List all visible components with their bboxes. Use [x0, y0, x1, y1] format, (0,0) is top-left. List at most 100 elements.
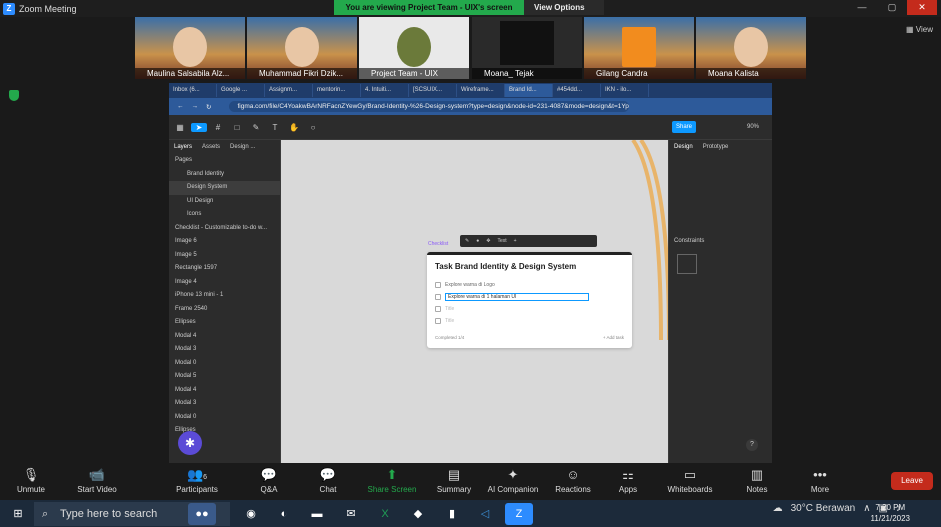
page-item[interactable]: Brand Identity [169, 168, 280, 182]
unmute-button[interactable]: 🎙 Unmute [12, 465, 50, 500]
comment-tool-icon[interactable]: ○ [305, 123, 321, 132]
component-icon[interactable]: ✥ [486, 238, 490, 244]
participant-tile[interactable]: Muhammad Fikri Dzik... [247, 17, 357, 79]
chevron-up-icon[interactable]: ∧ [863, 503, 870, 514]
browser-tab[interactable]: mentorin... [313, 84, 361, 97]
apps-button[interactable]: ⚏ Apps [615, 465, 641, 500]
edge-icon[interactable]: ◐ [270, 503, 298, 525]
start-video-button[interactable]: 📹 Start Video [72, 465, 122, 500]
layer-item[interactable]: Image 5 [169, 249, 280, 263]
participants-button[interactable]: 👥6 Participants [174, 465, 220, 500]
whiteboards-button[interactable]: ▭ Whiteboards [665, 465, 715, 500]
hand-tool-icon[interactable]: ✋ [286, 123, 302, 132]
plugin-fab-icon[interactable]: ✱ [178, 431, 202, 455]
close-icon[interactable]: ✕ [907, 0, 937, 15]
frame-tool-icon[interactable]: # [210, 123, 226, 132]
color-icon[interactable]: ● [476, 238, 479, 244]
tab-layers[interactable]: Layers [174, 144, 192, 150]
checkbox[interactable] [435, 306, 441, 312]
terminal-icon[interactable]: ▮ [438, 503, 466, 525]
notes-button[interactable]: ▥ Notes [744, 465, 770, 500]
checkbox[interactable] [435, 294, 441, 300]
summary-button[interactable]: ▤ Summary [434, 465, 474, 500]
browser-tab[interactable]: Inbox (6... [169, 84, 217, 97]
file-explorer-icon[interactable]: ▬ [303, 503, 331, 525]
chat-button[interactable]: 💬 Chat [314, 465, 342, 500]
figma-canvas[interactable]: Checklist ✎ ● ✥ Text + Task Brand Identi… [281, 140, 668, 463]
page-item[interactable]: UI Design [169, 195, 280, 209]
figma-share-button[interactable]: Share [672, 121, 696, 133]
tab-design[interactable]: Design [674, 144, 693, 150]
reactions-button[interactable]: ☺ Reactions [553, 465, 593, 500]
windows-start-icon[interactable]: ⊞ [4, 503, 32, 525]
checkbox[interactable] [435, 318, 441, 324]
participant-tile[interactable]: Maulina Salsabila Alz... [135, 17, 245, 79]
mail-icon[interactable]: ✉ [337, 503, 365, 525]
add-task-button[interactable]: + Add task [603, 335, 624, 340]
layer-item[interactable]: Modal 3 [169, 397, 280, 411]
page-item[interactable]: Icons [169, 208, 280, 222]
add-icon[interactable]: + [514, 238, 517, 244]
layer-item[interactable]: Modal 5 [169, 370, 280, 384]
share-screen-button[interactable]: ⬆ Share Screen [366, 465, 418, 500]
frame-label[interactable]: Checklist [428, 241, 448, 247]
layer-item[interactable]: Modal 0 [169, 411, 280, 425]
weather-icon[interactable]: ☁ [773, 503, 783, 514]
tab-prototype[interactable]: Prototype [703, 144, 729, 150]
layer-item[interactable]: iPhone 13 mini - 1 [169, 289, 280, 303]
browser-tab-active[interactable]: Brand Id... [505, 84, 553, 97]
edit-icon[interactable]: ✎ [465, 238, 469, 244]
zoom-app-icon[interactable]: Z [505, 503, 533, 525]
browser-tab[interactable]: #454dd... [553, 84, 601, 97]
layer-item[interactable]: Frame 2540 [169, 303, 280, 317]
tab-design-page[interactable]: Design ... [230, 144, 255, 150]
more-button[interactable]: ••• More [807, 465, 833, 500]
tab-assets[interactable]: Assets [202, 144, 220, 150]
vscode-icon[interactable]: ◁ [471, 503, 499, 525]
participant-tile[interactable]: Moana_ Tejak [472, 17, 582, 79]
browser-tab[interactable]: Wireframe... [457, 84, 505, 97]
main-menu-icon[interactable]: ▦ [172, 123, 188, 132]
task-item[interactable]: Title [435, 315, 632, 327]
forward-icon[interactable]: → [192, 103, 199, 110]
participant-tile[interactable]: Project Team - UIX [359, 17, 469, 79]
zoom-level[interactable]: 90% [747, 124, 759, 130]
url-input[interactable]: figma.com/file/C4YoakwBArNRFacnZYewGy/Br… [229, 101, 630, 112]
help-icon[interactable]: ? [746, 439, 758, 451]
browser-tab[interactable]: Assignm... [265, 84, 313, 97]
taskbar-clock[interactable]: 7:20 PM 11/21/2023 [871, 502, 910, 524]
browser-tab[interactable]: IKN - ilo... [601, 84, 649, 97]
participant-tile[interactable]: Moana Kalista [696, 17, 806, 79]
layer-item[interactable]: Modal 4 [169, 330, 280, 344]
layer-item[interactable]: Modal 0 [169, 357, 280, 371]
people-app-icon[interactable]: ●● [188, 503, 216, 525]
view-options-button[interactable]: View Options [524, 0, 604, 15]
browser-tab[interactable]: [SCSUIX... [409, 84, 457, 97]
pen-tool-icon[interactable]: ✎ [248, 123, 264, 132]
constraints-widget[interactable] [677, 254, 697, 274]
participant-tile[interactable]: Gilang Candra [584, 17, 694, 79]
task-item[interactable]: Title [435, 303, 632, 315]
text-tool-icon[interactable]: T [267, 123, 283, 132]
minimize-icon[interactable]: — [847, 0, 877, 15]
checkbox[interactable] [435, 282, 441, 288]
view-button[interactable]: ▦ View [906, 25, 933, 34]
chrome-icon[interactable]: ◉ [237, 503, 265, 525]
qa-button[interactable]: 💬 Q&A [254, 465, 284, 500]
shape-tool-icon[interactable]: □ [229, 123, 245, 132]
layer-item[interactable]: Checklist - Customizable to-do w... [169, 222, 280, 236]
layer-item[interactable]: Ellipses [169, 316, 280, 330]
back-icon[interactable]: ← [177, 103, 184, 110]
figma-icon[interactable]: ◆ [404, 503, 432, 525]
excel-icon[interactable]: X [371, 503, 399, 525]
page-item-active[interactable]: Design System [169, 181, 280, 195]
leave-button[interactable]: Leave [891, 472, 933, 490]
layer-item[interactable]: Image 6 [169, 235, 280, 249]
task-item-editing[interactable]: Explore warna di 1 halaman UI [435, 291, 632, 303]
move-tool-icon[interactable]: ➤ [191, 122, 207, 132]
text-style-dropdown[interactable]: Text [497, 238, 506, 244]
layer-item[interactable]: Image 4 [169, 276, 280, 290]
reload-icon[interactable]: ↻ [206, 103, 211, 111]
browser-tab[interactable]: 4. Intuiti... [361, 84, 409, 97]
browser-tab[interactable]: Google ... [217, 84, 265, 97]
